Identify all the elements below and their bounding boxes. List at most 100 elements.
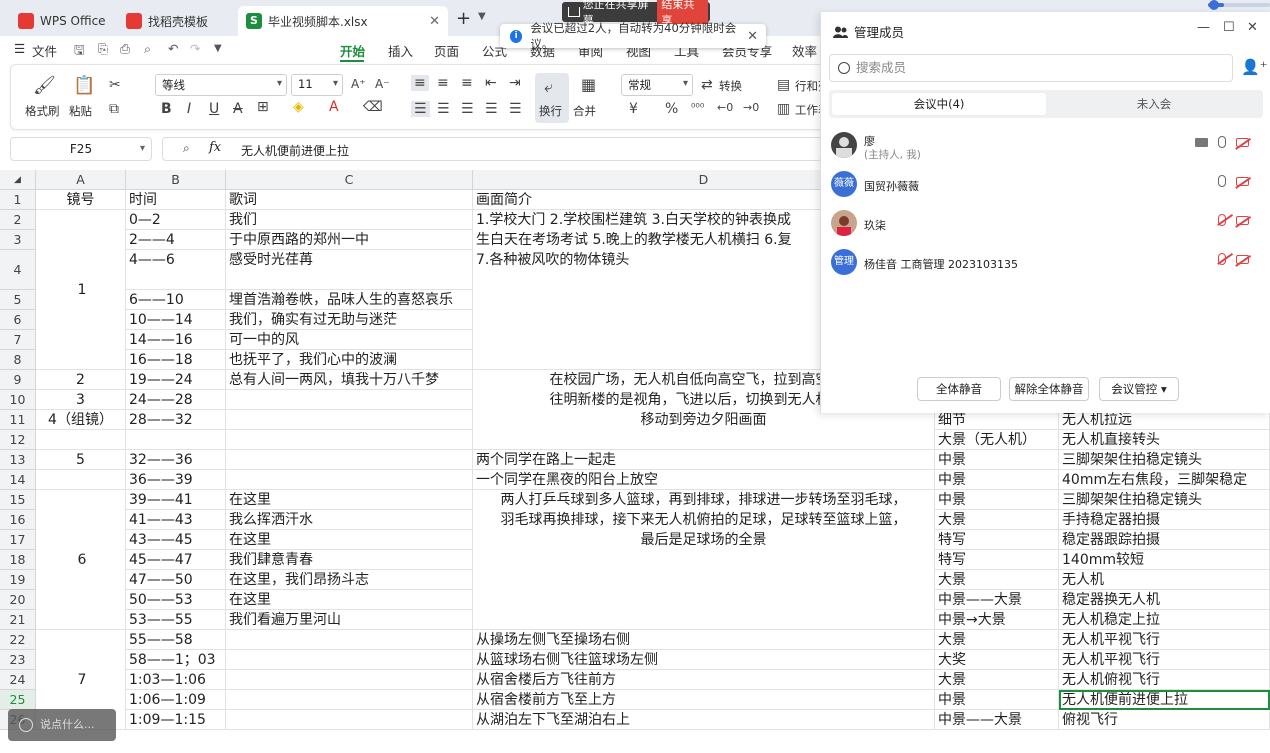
table-cell[interactable]: 无人机平视飞行 — [1059, 630, 1270, 650]
table-cell[interactable]: 稳定器换无人机 — [1059, 590, 1270, 610]
table-cell[interactable]: 58——1；03 — [126, 650, 226, 670]
cut-icon[interactable]: ✂ — [109, 77, 121, 93]
table-cell[interactable] — [36, 430, 126, 450]
microphone-icon[interactable] — [1218, 175, 1226, 187]
menu-insert[interactable]: 插入 — [388, 41, 413, 60]
table-cell[interactable] — [226, 710, 473, 730]
menu-home[interactable]: 开始 — [340, 41, 365, 60]
table-cell[interactable]: 3 — [36, 390, 126, 410]
table-cell[interactable]: 可一中的风 — [226, 330, 473, 350]
table-cell[interactable]: 我们，确实有过无助与迷茫 — [226, 310, 473, 330]
table-cell[interactable]: 在这里 — [226, 530, 473, 550]
table-cell[interactable]: 在这里 — [226, 490, 473, 510]
row-header[interactable]: 19 — [0, 570, 36, 590]
table-cell[interactable] — [473, 610, 935, 630]
underline-icon[interactable]: U — [209, 101, 219, 117]
table-cell[interactable] — [473, 570, 935, 590]
currency-icon[interactable]: ¥ — [629, 101, 638, 117]
table-cell[interactable]: 中景 — [935, 470, 1059, 490]
clear-format-icon[interactable]: ⌫ — [363, 99, 383, 115]
table-cell[interactable]: 感受时光荏苒 — [226, 250, 473, 290]
close-icon[interactable]: ✕ — [747, 29, 758, 44]
row-header[interactable]: 21 — [0, 610, 36, 630]
table-cell[interactable]: 中景→大景 — [935, 610, 1059, 630]
table-cell[interactable]: 两人打乒乓球到多人篮球，再到排球，排球进一步转场至羽毛球， — [473, 490, 935, 510]
table-cell[interactable]: 在这里 — [226, 590, 473, 610]
table-cell[interactable]: 最后是足球场的全景 — [473, 530, 935, 550]
row-header[interactable]: 1 — [0, 190, 36, 210]
align-right-icon[interactable]: ☰ — [461, 101, 474, 117]
export-icon[interactable]: ⎘ — [98, 41, 108, 57]
row-header[interactable]: 17 — [0, 530, 36, 550]
align-center-icon[interactable]: ☰ — [437, 101, 450, 117]
table-cell[interactable]: 一个同学在黑夜的阳台上放空 — [473, 470, 935, 490]
convert-button[interactable]: 转换 — [719, 78, 742, 94]
table-cell[interactable]: 埋首浩瀚卷帙，品味人生的喜怒哀乐 — [226, 290, 473, 310]
table-cell[interactable]: 0—2 — [126, 210, 226, 230]
table-cell[interactable]: 28——32 — [126, 410, 226, 430]
merged-cell[interactable]: 1 — [36, 210, 126, 370]
row-header[interactable]: 4 — [0, 250, 36, 290]
name-box[interactable]: F25 ▾ — [10, 137, 152, 161]
table-cell[interactable] — [226, 690, 473, 710]
print-icon[interactable]: ⎙ — [120, 41, 130, 57]
table-cell[interactable]: 总有人间一两风，填我十万八千梦 — [226, 370, 473, 390]
microphone-icon[interactable] — [1218, 136, 1226, 148]
increase-font-icon[interactable]: A⁺ — [351, 77, 366, 91]
table-cell[interactable]: 4——6 — [126, 250, 226, 290]
table-cell[interactable]: 47——50 — [126, 570, 226, 590]
preview-icon[interactable]: ⌕ — [144, 41, 151, 57]
header-cell[interactable]: 时间 — [126, 190, 226, 210]
table-cell[interactable]: 41——43 — [126, 510, 226, 530]
row-header[interactable]: 20 — [0, 590, 36, 610]
tab-template[interactable]: 找稻壳模板 — [118, 6, 234, 36]
mute-all-button[interactable]: 全体静音 — [917, 377, 1001, 401]
number-format-select[interactable]: 常规 ▾ — [621, 74, 693, 96]
close-icon[interactable]: ✕ — [1247, 20, 1258, 35]
member-row[interactable]: 玖柒 — [831, 208, 1261, 244]
table-cell[interactable]: 16——18 — [126, 350, 226, 370]
row-header[interactable]: 5 — [0, 290, 36, 310]
camera-off-icon[interactable] — [1236, 254, 1249, 264]
column-header[interactable]: C — [226, 170, 473, 190]
row-header[interactable]: 23 — [0, 650, 36, 670]
table-cell[interactable]: 特写 — [935, 550, 1059, 570]
row-header[interactable]: 12 — [0, 430, 36, 450]
table-cell[interactable]: 无人机 — [1059, 570, 1270, 590]
table-cell[interactable] — [473, 590, 935, 610]
table-cell[interactable]: 140mm较短 — [1059, 550, 1270, 570]
paste-button[interactable]: 粘贴 — [69, 103, 92, 119]
table-cell[interactable]: 从篮球场右侧飞往篮球场左侧 — [473, 650, 935, 670]
table-cell[interactable]: 4（组镜） — [36, 410, 126, 430]
close-icon[interactable]: ✕ — [429, 14, 440, 29]
align-bottom-icon[interactable]: ≡ — [461, 75, 473, 91]
table-cell[interactable]: 两个同学在路上一起走 — [473, 450, 935, 470]
column-header[interactable]: B — [126, 170, 226, 190]
table-cell[interactable] — [226, 430, 473, 450]
table-cell[interactable]: 大景 — [935, 670, 1059, 690]
decimal-decrease-icon[interactable]: →0 — [743, 101, 759, 114]
wrap-text-button[interactable]: ⤶ 换行 — [535, 73, 569, 123]
table-cell[interactable]: 19——24 — [126, 370, 226, 390]
table-cell[interactable]: 43——45 — [126, 530, 226, 550]
table-cell[interactable]: 大景 — [935, 630, 1059, 650]
merged-cell[interactable]: 6 — [36, 490, 126, 630]
merge-icon[interactable]: ▦ — [581, 75, 596, 94]
table-cell[interactable]: 45——47 — [126, 550, 226, 570]
font-family-select[interactable]: 等线 ▾ — [155, 74, 287, 96]
row-header[interactable]: 10 — [0, 390, 36, 410]
row-header[interactable]: 7 — [0, 330, 36, 350]
rows-cols-icon[interactable]: ▤ — [777, 77, 790, 93]
table-cell[interactable] — [126, 430, 226, 450]
table-cell[interactable]: 三脚架架住拍稳定镜头 — [1059, 490, 1270, 510]
tab-wps-office[interactable]: WPS Office — [10, 6, 114, 36]
column-header[interactable]: A — [36, 170, 126, 190]
table-cell[interactable]: 1:09—1:15 — [126, 710, 226, 730]
table-cell[interactable]: 在这里，我们昂扬斗志 — [226, 570, 473, 590]
minimize-icon[interactable]: — — [1197, 20, 1210, 35]
table-cell[interactable] — [473, 550, 935, 570]
table-cell[interactable]: 我们 — [226, 210, 473, 230]
table-cell[interactable]: 羽毛球再换排球，接下来无人机俯拍的足球，足球转至篮球上篮， — [473, 510, 935, 530]
row-header[interactable]: 11 — [0, 410, 36, 430]
table-cell[interactable]: 50——53 — [126, 590, 226, 610]
